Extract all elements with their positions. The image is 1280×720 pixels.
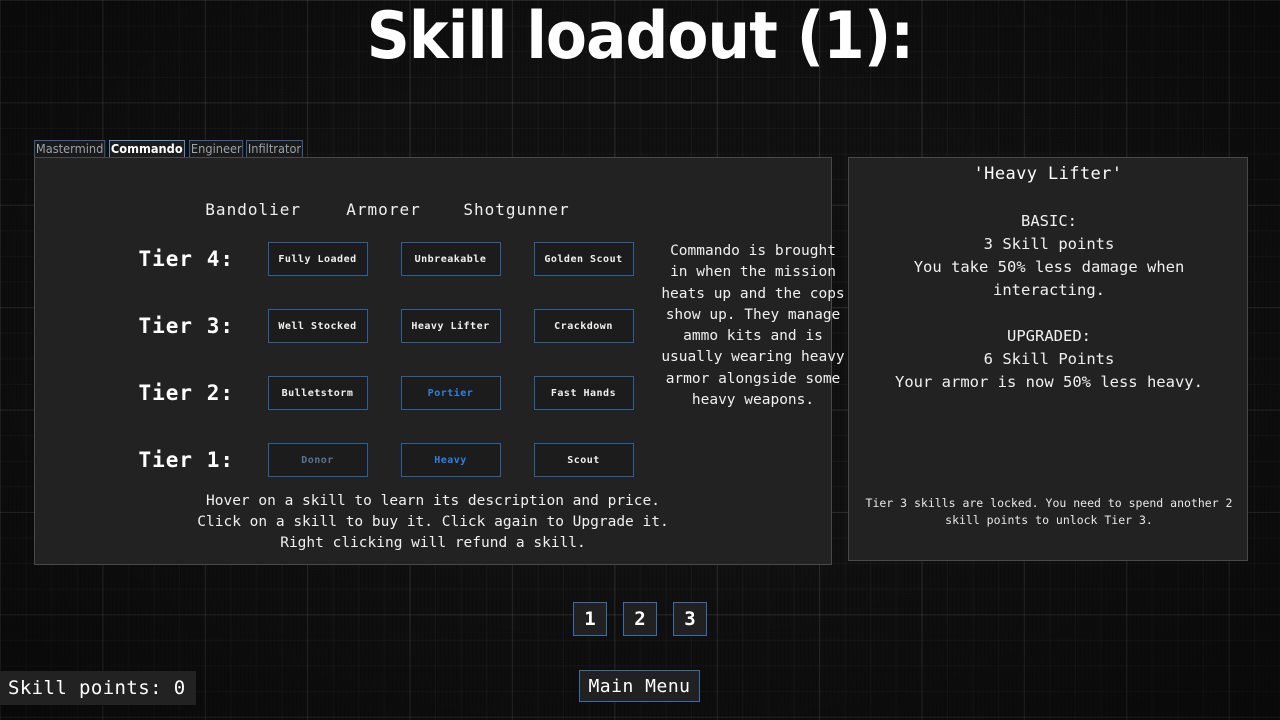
- tier-lock-notice: Tier 3 skills are locked. You need to sp…: [865, 496, 1233, 527]
- skill-tree-panel: Bandolier Armorer Shotgunner Tier 4: Fully …: [34, 157, 845, 565]
- skill-button-fully-loaded[interactable]: Fully Loaded: [267, 242, 368, 276]
- tier-label: Tier 3:: [138, 314, 234, 338]
- class-tab-engineer[interactable]: Engineer: [188, 140, 244, 158]
- class-description: Commando is brought in when the mission …: [661, 243, 845, 409]
- skill-cell: Fast Hands: [517, 376, 650, 410]
- skill-points-display: Skill points: 0: [0, 671, 196, 705]
- info-line: 6 Skill Points: [983, 350, 1115, 368]
- instruction-line: Hover on a skill to learn its descriptio…: [206, 493, 660, 509]
- skill-column-header-shotgunner: Shotgunner: [463, 200, 570, 219]
- tier-row: Tier 1: Donor Heavy Scout: [35, 443, 831, 477]
- skill-cell: Heavy: [384, 443, 517, 477]
- loadout-slot-3[interactable]: 3: [673, 602, 707, 636]
- skill-button-well-stocked[interactable]: Well Stocked: [267, 309, 368, 343]
- skill-button-golden-scout[interactable]: Golden Scout: [533, 242, 634, 276]
- skill-button-donor[interactable]: Donor: [267, 443, 368, 477]
- skill-button-scout[interactable]: Scout: [533, 443, 634, 477]
- skill-column-header-bandolier: Bandolier: [205, 200, 301, 219]
- info-line: BASIC:: [1021, 212, 1077, 230]
- instruction-line: Click on a skill to buy it. Click again …: [197, 514, 669, 530]
- main-menu-button[interactable]: Main Menu: [579, 670, 700, 702]
- skill-cell: Fully Loaded: [251, 242, 384, 276]
- skill-cell: Unbreakable: [384, 242, 517, 276]
- skill-button-heavy-lifter[interactable]: Heavy Lifter: [400, 309, 501, 343]
- skill-column-header-armorer: Armorer: [346, 200, 421, 219]
- skill-instructions: Hover on a skill to learn its descriptio…: [35, 491, 831, 554]
- skill-button-heavy[interactable]: Heavy: [400, 443, 501, 477]
- loadout-slot-1[interactable]: 1: [573, 602, 607, 636]
- tier-label: Tier 4:: [138, 247, 234, 271]
- tier-label: Tier 2:: [138, 381, 234, 405]
- info-line: Your armor is now 50% less heavy.: [895, 373, 1203, 391]
- skill-info-description: BASIC: 3 Skill points You take 50% less da…: [857, 210, 1241, 394]
- skill-cell: Scout: [517, 443, 650, 477]
- skill-cell: Well Stocked: [251, 309, 384, 343]
- skill-info-panel: 'Heavy Lifter' BASIC: 3 Skill points You t…: [848, 157, 1248, 561]
- skill-button-portier[interactable]: Portier: [400, 376, 501, 410]
- info-line: UPGRADED:: [1007, 327, 1091, 345]
- info-line: 3 Skill points: [983, 235, 1115, 253]
- class-tabs: Mastermind Commando Engineer Infiltrator: [34, 140, 306, 158]
- skill-cell: Crackdown: [517, 309, 650, 343]
- skill-column-headers: Bandolier Armorer Shotgunner: [35, 200, 831, 219]
- tier-label: Tier 1:: [138, 448, 234, 472]
- skill-cell: Golden Scout: [517, 242, 650, 276]
- loadout-slot-2[interactable]: 2: [623, 602, 657, 636]
- skill-cell: Donor: [251, 443, 384, 477]
- skill-button-unbreakable[interactable]: Unbreakable: [400, 242, 501, 276]
- skill-button-bulletstorm[interactable]: Bulletstorm: [267, 376, 368, 410]
- skill-cell: Heavy Lifter: [384, 309, 517, 343]
- skill-cell: Bulletstorm: [251, 376, 384, 410]
- skill-info-title: 'Heavy Lifter': [973, 164, 1123, 184]
- loadout-slot-buttons: 123: [0, 602, 1280, 636]
- class-tab-infiltrator[interactable]: Infiltrator: [246, 140, 304, 158]
- info-line: You take 50% less damage when interactin…: [913, 258, 1185, 299]
- skill-cell: Portier: [384, 376, 517, 410]
- skill-button-crackdown[interactable]: Crackdown: [533, 309, 634, 343]
- page-title: Skill loadout (1):: [366, 0, 915, 74]
- skill-button-fast-hands[interactable]: Fast Hands: [533, 376, 634, 410]
- class-tab-mastermind[interactable]: Mastermind: [34, 140, 106, 158]
- class-tab-commando[interactable]: Commando: [109, 140, 185, 158]
- instruction-line: Right clicking will refund a skill.: [280, 535, 586, 551]
